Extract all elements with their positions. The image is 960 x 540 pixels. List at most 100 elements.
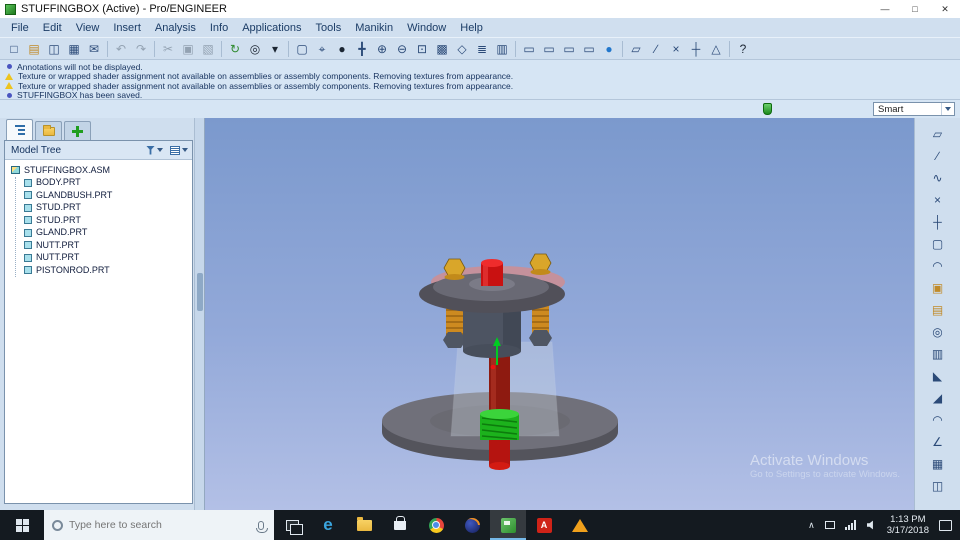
- close-window-icon[interactable]: ▭: [539, 39, 559, 58]
- print-icon[interactable]: ▦: [64, 39, 84, 58]
- volume-icon[interactable]: [866, 520, 873, 530]
- action-center-icon[interactable]: [939, 519, 952, 531]
- new-window-icon[interactable]: ▭: [519, 39, 539, 58]
- mirror-icon[interactable]: ◫: [927, 475, 949, 496]
- tree-node[interactable]: BODY.PRT: [24, 177, 192, 190]
- tray-chevron-icon[interactable]: ∧: [808, 520, 815, 531]
- menu-help[interactable]: Help: [453, 20, 490, 36]
- tree-node[interactable]: PISTONROD.PRT: [24, 264, 192, 277]
- start-button[interactable]: [0, 510, 44, 540]
- annotation-toggle-icon[interactable]: △: [706, 39, 726, 58]
- note-icon[interactable]: ▢: [927, 233, 949, 254]
- sketch-icon[interactable]: ∿: [927, 167, 949, 188]
- new-file-icon[interactable]: □: [4, 39, 24, 58]
- menu-file[interactable]: File: [4, 20, 36, 36]
- nutt-left-part[interactable]: [443, 258, 466, 280]
- cut-icon[interactable]: ✂: [158, 39, 178, 58]
- repaint-icon[interactable]: ▩: [432, 39, 452, 58]
- find-icon[interactable]: ◎: [245, 39, 265, 58]
- activate-window-icon[interactable]: ▭: [579, 39, 599, 58]
- tree-node-root[interactable]: STUFFINGBOX.ASM: [11, 164, 192, 177]
- edge-taskbar-button[interactable]: e: [310, 510, 346, 540]
- tile-window-icon[interactable]: ▭: [559, 39, 579, 58]
- pistonrod-top-part[interactable]: [481, 259, 503, 286]
- tree-node[interactable]: GLAND.PRT: [24, 227, 192, 240]
- regenerate-icon[interactable]: ↻: [225, 39, 245, 58]
- tab-folder-browser[interactable]: [35, 121, 62, 140]
- task-view-button[interactable]: [274, 510, 310, 540]
- cad-app-button[interactable]: [562, 510, 598, 540]
- tree-show-button[interactable]: [146, 145, 163, 155]
- microphone-icon[interactable]: [256, 520, 268, 533]
- close-button[interactable]: ✕: [930, 0, 960, 18]
- csys-toggle-icon[interactable]: ┼: [686, 39, 706, 58]
- taskbar-clock[interactable]: 1:13 PM 3/17/2018: [887, 514, 929, 537]
- store-button[interactable]: [382, 510, 418, 540]
- minimize-button[interactable]: —: [870, 0, 900, 18]
- gland-part[interactable]: [480, 409, 519, 440]
- surface-icon[interactable]: ◠: [927, 255, 949, 276]
- redo-icon[interactable]: ↷: [131, 39, 151, 58]
- tree-node[interactable]: STUD.PRT: [24, 202, 192, 215]
- save-icon[interactable]: ◫: [44, 39, 64, 58]
- spin-center-icon[interactable]: ╋: [352, 39, 372, 58]
- graphics-viewport[interactable]: Activate Windows Go to Settings to activ…: [205, 118, 914, 510]
- datum-axis-toggle-icon[interactable]: ∕: [646, 39, 666, 58]
- datum-axis-icon[interactable]: ∕: [927, 145, 949, 166]
- tree-node[interactable]: NUTT.PRT: [24, 239, 192, 252]
- shell-icon[interactable]: ▥: [927, 343, 949, 364]
- tree-node[interactable]: NUTT.PRT: [24, 252, 192, 265]
- select-box-icon[interactable]: ▢: [292, 39, 312, 58]
- datum-plane-toggle-icon[interactable]: ▱: [626, 39, 646, 58]
- proe-taskbar-button[interactable]: [490, 510, 526, 540]
- tree-node[interactable]: STUD.PRT: [24, 214, 192, 227]
- menu-tools[interactable]: Tools: [309, 20, 349, 36]
- tab-model-tree[interactable]: [6, 119, 33, 140]
- coordinate-system-icon[interactable]: ┼: [927, 211, 949, 232]
- zoom-in-icon[interactable]: ⊕: [372, 39, 392, 58]
- paste-icon[interactable]: ▧: [198, 39, 218, 58]
- zoom-out-icon[interactable]: ⊖: [392, 39, 412, 58]
- datum-plane-icon[interactable]: ▱: [927, 123, 949, 144]
- selection-filter-select[interactable]: Smart: [873, 102, 955, 116]
- menu-edit[interactable]: Edit: [36, 20, 69, 36]
- nutt-right-part[interactable]: [529, 253, 552, 275]
- pattern-icon[interactable]: ▦: [927, 453, 949, 474]
- filter-caret-icon[interactable]: ▾: [265, 39, 285, 58]
- create-component-icon[interactable]: ▤: [927, 299, 949, 320]
- network-icon[interactable]: [844, 520, 857, 530]
- draft-icon[interactable]: ◢: [927, 387, 949, 408]
- menu-manikin[interactable]: Manikin: [348, 20, 400, 36]
- menu-view[interactable]: View: [69, 20, 107, 36]
- tab-favorites[interactable]: [64, 121, 91, 140]
- user-icon[interactable]: ●: [599, 39, 619, 58]
- panel-splitter[interactable]: [194, 118, 205, 510]
- round-icon[interactable]: ◠: [927, 409, 949, 430]
- menu-window[interactable]: Window: [400, 20, 453, 36]
- acrobat-button[interactable]: A: [526, 510, 562, 540]
- undo-icon[interactable]: ↶: [111, 39, 131, 58]
- rib-icon[interactable]: ◣: [927, 365, 949, 386]
- menu-analysis[interactable]: Analysis: [148, 20, 203, 36]
- copy-icon[interactable]: ▣: [178, 39, 198, 58]
- orientation-icon[interactable]: ◇: [452, 39, 472, 58]
- splitter-handle[interactable]: [197, 273, 203, 311]
- datum-point-icon[interactable]: ×: [927, 189, 949, 210]
- search-input[interactable]: [69, 519, 252, 531]
- chevron-down-icon[interactable]: [941, 103, 954, 115]
- maximize-button[interactable]: □: [900, 0, 930, 18]
- hole-icon[interactable]: ◎: [927, 321, 949, 342]
- datum-point-toggle-icon[interactable]: ×: [666, 39, 686, 58]
- 3d-model[interactable]: [205, 118, 914, 510]
- file-explorer-button[interactable]: [346, 510, 382, 540]
- help-pointer-icon[interactable]: ?: [733, 39, 753, 58]
- taskbar-search[interactable]: [44, 510, 274, 540]
- tree-node[interactable]: GLANDBUSH.PRT: [24, 189, 192, 202]
- open-folder-icon[interactable]: ▤: [24, 39, 44, 58]
- mail-icon[interactable]: ✉: [84, 39, 104, 58]
- chrome-button[interactable]: [418, 510, 454, 540]
- view-manager-icon[interactable]: ▥: [492, 39, 512, 58]
- tray-app-icon[interactable]: [824, 521, 835, 529]
- layers-icon[interactable]: ≣: [472, 39, 492, 58]
- tree-settings-button[interactable]: [170, 145, 188, 155]
